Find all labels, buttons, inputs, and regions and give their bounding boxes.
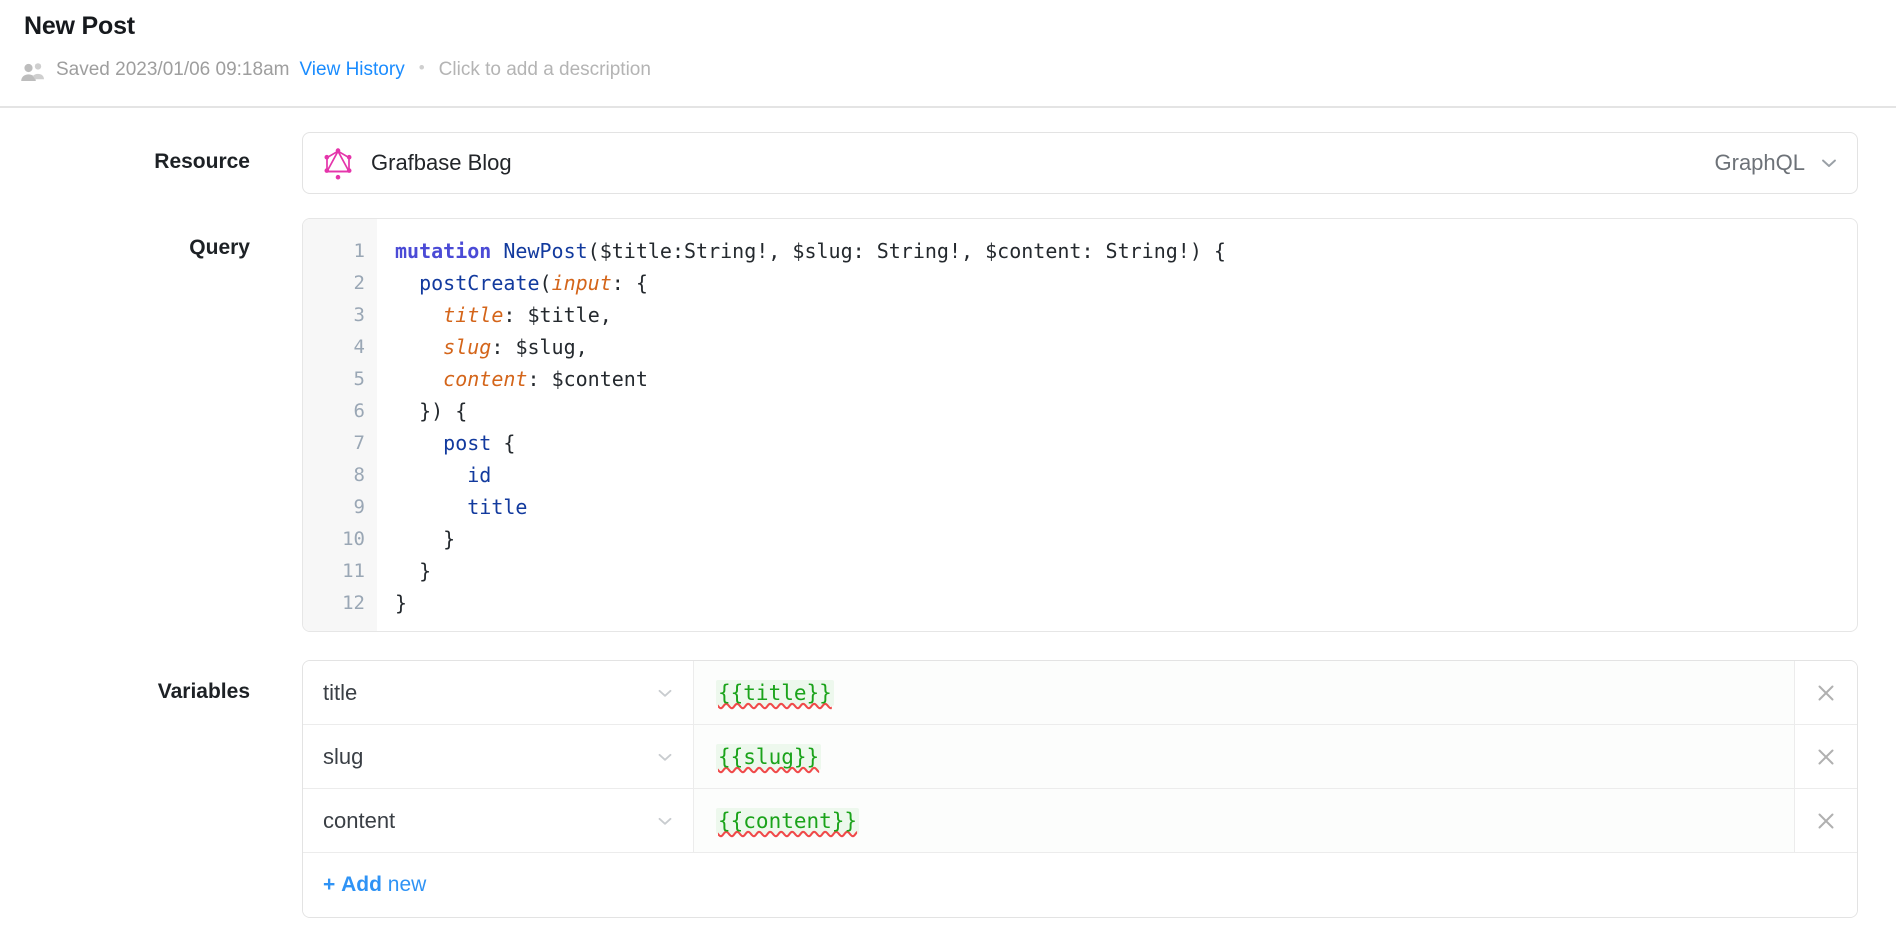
code-line: } [443, 527, 456, 551]
line-number: 11 [342, 560, 365, 582]
code-line: mutation NewPost($title:String!, $slug: … [395, 239, 1226, 263]
line-number: 1 [353, 240, 365, 262]
code-line: title: $title, [443, 303, 612, 327]
chevron-down-icon[interactable] [655, 747, 675, 767]
variable-key: title [323, 679, 358, 705]
code-line: title [467, 495, 528, 519]
graphql-logo-icon [321, 146, 355, 180]
users-icon [20, 62, 46, 82]
table-row: slug {{slug}} [303, 725, 1857, 789]
delete-variable-button[interactable] [1795, 725, 1857, 788]
variable-key-select[interactable]: title [303, 661, 694, 724]
add-new-button[interactable]: + Add new [323, 873, 426, 897]
variable-key: content [323, 807, 396, 833]
delete-variable-button[interactable] [1795, 661, 1857, 724]
close-icon [1818, 685, 1834, 700]
variable-value-input[interactable]: {{content}} [694, 789, 1795, 852]
resource-kind: GraphQL [1714, 150, 1806, 175]
variables-table: title {{title}} slug {{slug}} content {{… [302, 660, 1858, 918]
close-icon [1818, 813, 1834, 828]
line-number: 9 [353, 496, 365, 518]
line-number: 12 [342, 592, 365, 614]
code-line: post { [443, 431, 516, 455]
add-new-label-bold: Add [341, 873, 382, 896]
plus-icon: + [323, 873, 336, 896]
new-post-page: New Post Saved 2023/01/06 09:18am View H… [0, 0, 1896, 936]
description-placeholder[interactable]: Click to add a description [439, 59, 651, 81]
variable-value: {{slug}} [716, 743, 822, 770]
chevron-down-icon[interactable] [1819, 153, 1839, 173]
line-number: 7 [353, 432, 365, 454]
add-variable-row: + Add new [303, 853, 1857, 917]
chevron-down-icon[interactable] [655, 683, 675, 703]
saved-status: Saved 2023/01/06 09:18am [56, 59, 290, 80]
code-line: } [395, 591, 408, 615]
code-line: content: $content [443, 367, 648, 391]
code-line: } [419, 559, 432, 583]
variable-value: {{title}} [716, 679, 834, 706]
table-row: title {{title}} [303, 661, 1857, 725]
page-subheader: Saved 2023/01/06 09:18am View History • … [20, 58, 651, 82]
line-number: 10 [342, 528, 365, 550]
resource-kind-group[interactable]: GraphQL [1715, 150, 1840, 176]
line-number: 3 [353, 304, 365, 326]
line-number: 5 [353, 368, 365, 390]
variables-label: Variables [157, 680, 250, 703]
variable-key: slug [323, 743, 364, 769]
header-divider [0, 106, 1896, 108]
variable-value: {{content}} [716, 807, 860, 834]
query-label: Query [189, 236, 250, 259]
table-row: content {{content}} [303, 789, 1857, 853]
add-new-label-rest: new [387, 873, 427, 896]
delete-variable-button[interactable] [1795, 789, 1857, 852]
page-title: New Post [24, 12, 135, 40]
variable-value-input[interactable]: {{slug}} [694, 725, 1795, 788]
resource-label: Resource [154, 150, 250, 173]
view-history-link[interactable]: View History [299, 59, 404, 81]
code-line: slug: $slug, [443, 335, 588, 359]
line-number: 2 [353, 272, 365, 294]
variable-key-select[interactable]: content [303, 789, 694, 852]
resource-selector[interactable]: Grafbase Blog GraphQL [302, 132, 1858, 194]
line-number: 8 [353, 464, 365, 486]
line-number: 6 [353, 400, 365, 422]
query-editor[interactable]: 1 2 3 4 5 6 7 8 9 10 11 12 mutation NewP… [302, 218, 1858, 632]
code-line: }) { [419, 399, 468, 423]
code-line: postCreate(input: { [419, 271, 648, 295]
query-code[interactable]: mutation NewPost($title:String!, $slug: … [377, 219, 1857, 631]
variable-value-input[interactable]: {{title}} [694, 661, 1795, 724]
close-icon [1818, 749, 1834, 764]
resource-name: Grafbase Blog [371, 150, 512, 175]
chevron-down-icon[interactable] [655, 811, 675, 831]
code-line: id [467, 463, 492, 487]
page-header: New Post Saved 2023/01/06 09:18am View H… [0, 0, 1896, 108]
separator-dot: • [418, 58, 425, 77]
editor-gutter: 1 2 3 4 5 6 7 8 9 10 11 12 [303, 219, 377, 631]
variable-key-select[interactable]: slug [303, 725, 694, 788]
line-number: 4 [353, 336, 365, 358]
